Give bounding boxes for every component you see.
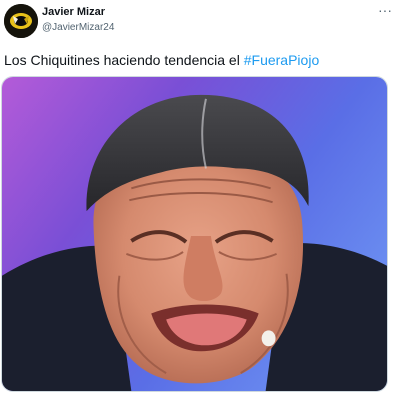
author-handle[interactable]: @JavierMizar24 xyxy=(42,22,114,33)
avatar[interactable] xyxy=(4,4,38,38)
tweet-text: Los Chiquitines haciendo tendencia el #F… xyxy=(4,52,319,68)
tweet-card: Javier Mizar @JavierMizar24 ··· Los Chiq… xyxy=(0,0,404,400)
tweet-text-body: Los Chiquitines haciendo tendencia el xyxy=(4,52,244,68)
hashtag-link[interactable]: #FueraPiojo xyxy=(244,52,320,68)
more-horizontal-icon[interactable]: ··· xyxy=(378,2,392,18)
author-display-name[interactable]: Javier Mizar xyxy=(42,6,105,18)
tweet-media-image[interactable] xyxy=(1,76,388,392)
